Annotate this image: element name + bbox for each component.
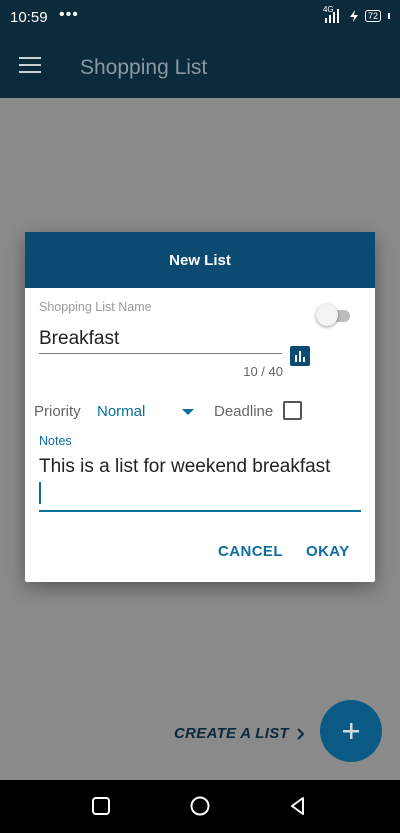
new-list-dialog: New List Shopping List Name 10 / 40 Prio… [25,232,375,582]
network-type: 4G [322,5,334,14]
text-cursor [39,482,41,504]
stats-button[interactable] [290,346,310,366]
notes-text: This is a list for weekend breakfast [39,456,331,477]
cancel-button[interactable]: CANCEL [218,543,283,560]
priority-label: Priority [34,403,81,420]
char-count: 10 / 40 [243,364,283,379]
bar-chart-icon [295,351,305,362]
home-icon[interactable] [189,795,211,817]
priority-value: Normal [97,403,146,420]
status-icons: 4G 72 [323,5,390,23]
list-name-input[interactable] [39,324,282,354]
dropdown-arrow-icon [182,409,194,415]
status-bar: 10:59 ••• 4G 72 [0,0,400,36]
system-nav-bar [0,780,400,833]
menu-icon[interactable] [19,57,43,77]
deadline-label: Deadline [214,403,274,420]
charging-icon [349,10,358,22]
plus-icon [343,723,359,739]
app-title: Shopping List [80,56,208,79]
notes-label: Notes [39,434,72,448]
chevron-right-icon [297,727,305,740]
recent-apps-icon[interactable] [90,795,112,817]
create-list-label: CREATE A LIST [174,725,290,742]
status-time: 10:59 [10,9,48,26]
battery-level: 72 [367,10,378,21]
battery-tip [388,13,390,19]
notes-input[interactable]: This is a list for weekend breakfast [39,456,361,512]
add-list-fab[interactable] [320,700,382,762]
back-icon[interactable] [287,795,309,817]
list-name-label: Shopping List Name [39,300,152,314]
notification-dots: ••• [59,6,79,23]
toggle-thumb [316,304,338,326]
battery-icon: 72 [364,10,381,22]
dialog-title: New List [25,232,375,288]
okay-button[interactable]: OKAY [306,543,350,560]
priority-dropdown[interactable]: Normal [97,400,197,422]
create-list-button[interactable]: CREATE A LIST [174,725,305,742]
deadline-checkbox[interactable] [283,401,302,420]
toggle-switch[interactable] [316,304,354,326]
app-bar: Shopping List [0,36,400,98]
